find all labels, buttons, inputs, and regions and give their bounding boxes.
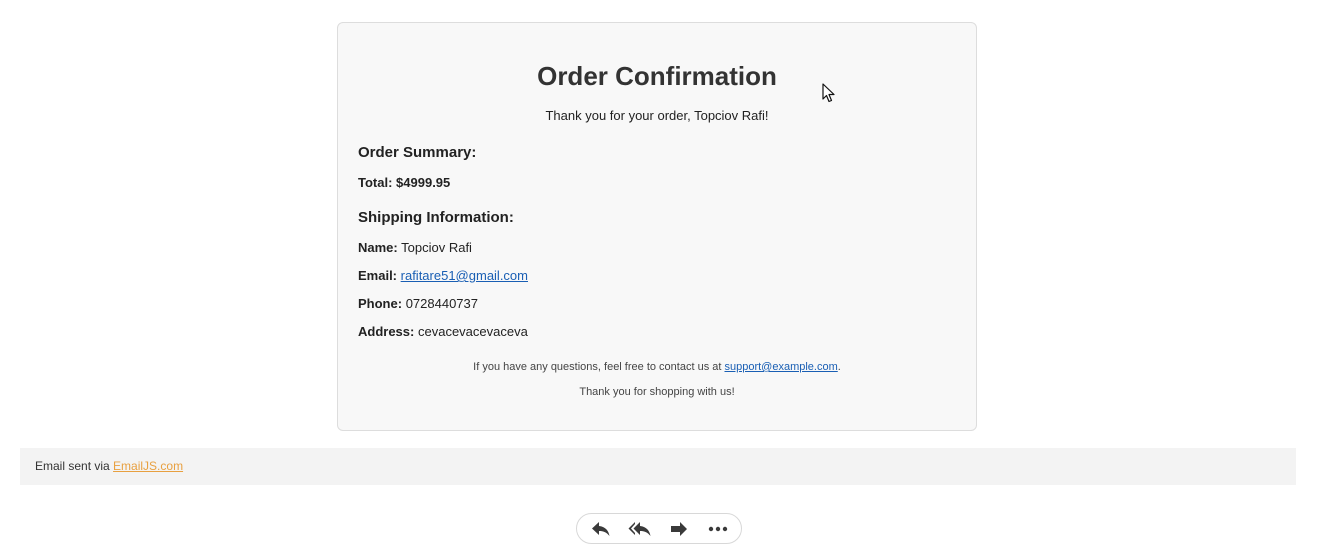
shipping-address: Address: cevacevacevaceva <box>358 324 956 340</box>
forward-icon <box>670 521 687 536</box>
address-label: Address: <box>358 324 415 339</box>
reply-button[interactable] <box>584 514 617 543</box>
email-view: Order Confirmation Thank you for your or… <box>0 0 1324 552</box>
shipping-phone: Phone: 0728440737 <box>358 296 956 312</box>
phone-value: 0728440737 <box>405 296 478 311</box>
reply-icon <box>591 521 609 536</box>
mouse-pointer-icon <box>822 83 835 103</box>
order-summary-heading: Order Summary: <box>358 144 477 161</box>
sent-via-bar: Email sent via EmailJS.com <box>20 448 1296 485</box>
closing-message: Thank you for shopping with us! <box>579 386 735 398</box>
name-label: Name: <box>358 240 398 255</box>
contact-prefix: If you have any questions, feel free to … <box>473 361 722 373</box>
order-total: Total: $4999.95 <box>358 175 956 191</box>
customer-email-link[interactable]: rafitare51@gmail.com <box>401 268 528 283</box>
forward-button[interactable] <box>662 514 695 543</box>
message-action-bar <box>576 513 742 544</box>
shipping-heading: Shipping Information: <box>358 209 514 226</box>
phone-label: Phone: <box>358 296 403 311</box>
reply-all-button[interactable] <box>623 514 656 543</box>
more-actions-button[interactable] <box>701 514 734 543</box>
total-label: Total: <box>358 175 393 190</box>
address-value: cevacevacevaceva <box>417 324 528 339</box>
emailjs-link[interactable]: EmailJS.com <box>113 459 183 473</box>
email-title: Order Confirmation <box>537 61 777 91</box>
shipping-email: Email: rafitare51@gmail.com <box>358 268 956 284</box>
order-confirmation-card: Order Confirmation Thank you for your or… <box>337 22 977 431</box>
shipping-name: Name: Topciov Rafi <box>358 240 956 256</box>
email-label: Email: <box>358 268 398 283</box>
contact-note: If you have any questions, feel free to … <box>358 360 956 374</box>
name-value: Topciov Rafi <box>401 240 472 255</box>
contact-suffix: . <box>837 361 841 373</box>
sent-via-prefix: Email sent via <box>35 459 110 473</box>
thanks-message: Thank you for your order, Topciov Rafi! <box>545 108 769 123</box>
reply-all-icon <box>628 521 650 536</box>
total-value: $4999.95 <box>396 175 451 190</box>
more-icon <box>708 526 727 531</box>
support-email-link[interactable]: support@example.com <box>724 361 837 373</box>
